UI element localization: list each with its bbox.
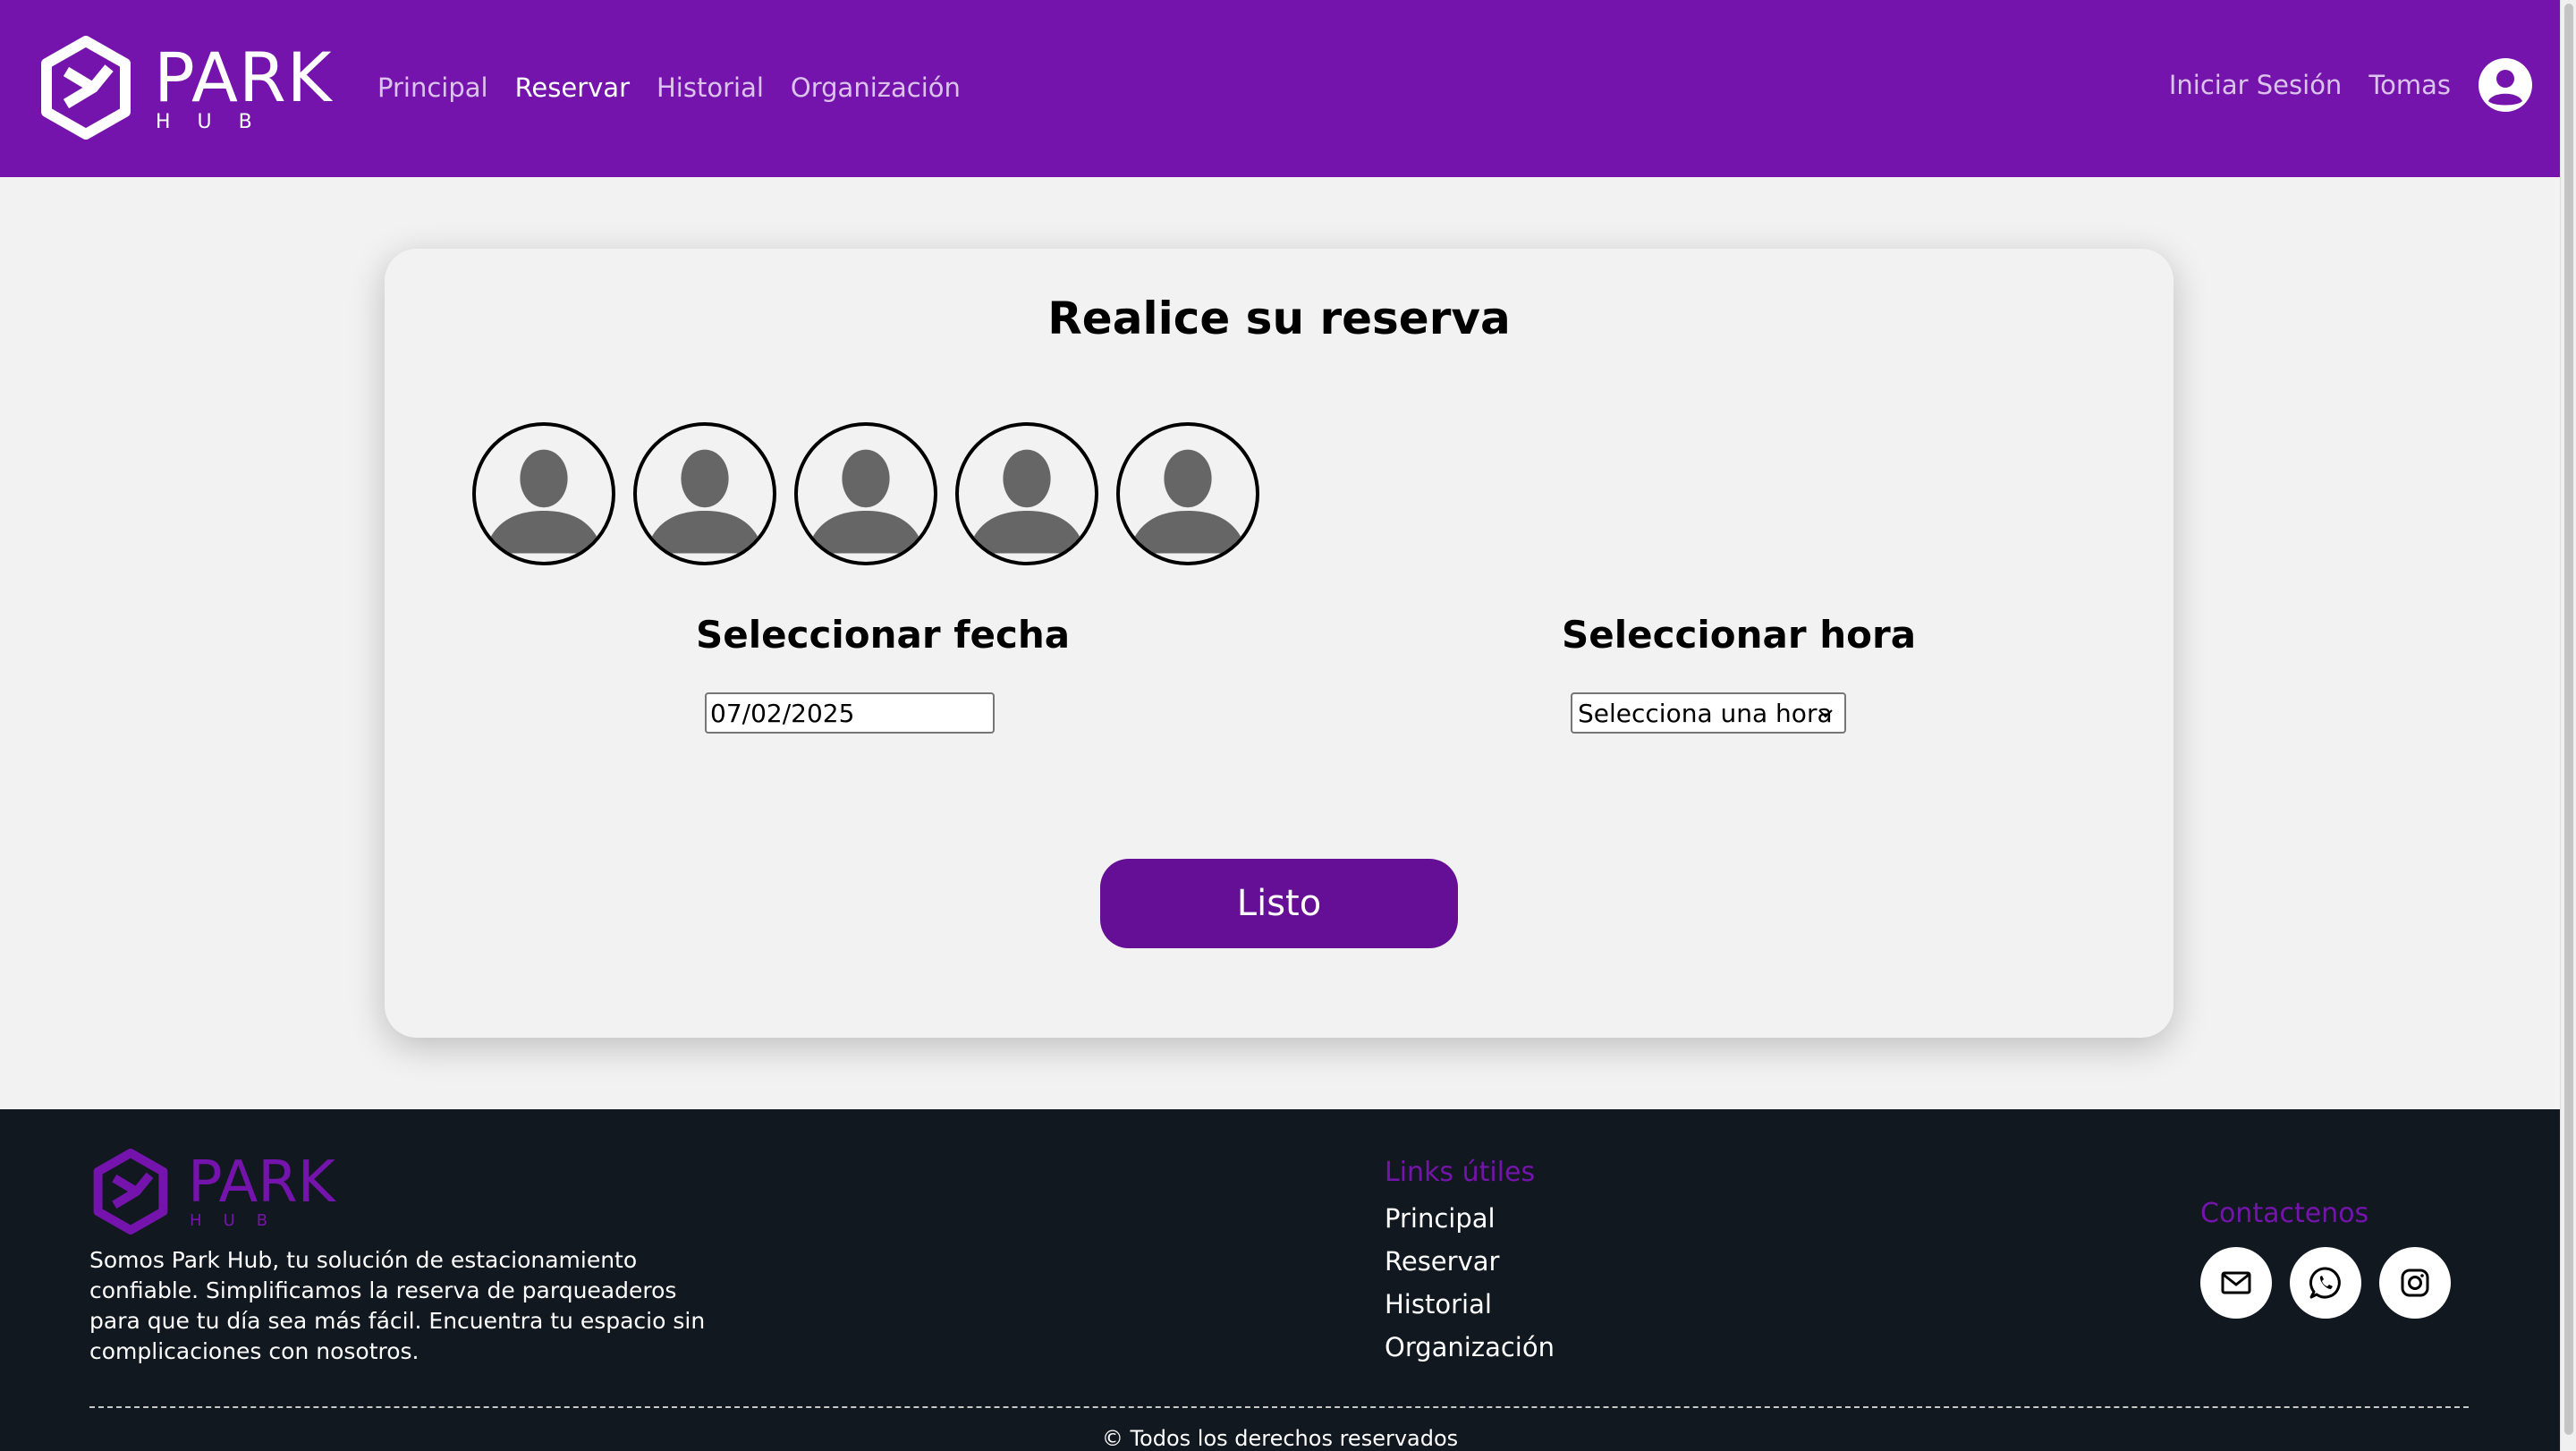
main-nav: Principal Reservar Historial Organizació… (377, 70, 961, 106)
footer-contact-title: Contactenos (2200, 1198, 2369, 1229)
person-placeholder-icon (806, 449, 926, 554)
footer-contact: Contactenos (2200, 1195, 2451, 1319)
nav-historial[interactable]: Historial (657, 70, 764, 106)
person-placeholder-icon (645, 449, 765, 554)
avatar[interactable] (794, 422, 937, 565)
avatar[interactable] (955, 422, 1098, 565)
whatsapp-button[interactable] (2290, 1247, 2361, 1319)
social-icons (2200, 1247, 2451, 1319)
login-link[interactable]: Iniciar Sesión (2169, 67, 2342, 103)
parkhub-logo[interactable]: PARK HUB (39, 34, 343, 141)
nav-organizacion[interactable]: Organización (791, 70, 961, 106)
date-label: Seleccionar fecha (696, 613, 1071, 657)
footer-links-title: Links útiles (1385, 1157, 1536, 1188)
instagram-button[interactable] (2379, 1247, 2451, 1319)
footer-link-reservar[interactable]: Reservar (1385, 1240, 1555, 1283)
avatar[interactable] (633, 422, 776, 565)
mail-button[interactable] (2200, 1247, 2272, 1319)
page-scrollbar[interactable] (2560, 0, 2576, 1451)
logo-word: PARK (154, 38, 333, 117)
mail-icon (2221, 1271, 2251, 1294)
page-title: Realice su reserva (1047, 293, 1511, 344)
person-placeholder-icon (484, 449, 604, 554)
parkhub-logo-icon (41, 36, 131, 140)
nav-principal[interactable]: Principal (377, 70, 488, 106)
reservation-card: Realice su reserva Seleccionar fecha 07/… (385, 249, 2174, 1038)
avatar[interactable] (1116, 422, 1259, 565)
footer-link-principal[interactable]: Principal (1385, 1197, 1555, 1240)
user-menu: Iniciar Sesión Tomas (2169, 57, 2533, 113)
footer-links: Links útiles Principal Reservar Historia… (1385, 1154, 1555, 1369)
footer-link-historial[interactable]: Historial (1385, 1283, 1555, 1326)
copyright: © Todos los derechos reservados (1101, 1426, 1459, 1451)
top-navbar: PARK HUB Principal Reservar Historial Or… (0, 0, 2560, 177)
footer-description: Somos Park Hub, tu solución de estaciona… (89, 1247, 706, 1364)
date-input[interactable] (705, 692, 995, 734)
time-select[interactable]: Selecciona una hora (1571, 692, 1846, 734)
person-placeholder-icon (1128, 449, 1248, 554)
parking-spot-avatars (472, 422, 1259, 565)
parkhub-logo-icon (93, 1149, 168, 1235)
logo-subtitle: HUB (156, 111, 279, 133)
account-circle-icon[interactable] (2478, 57, 2533, 113)
avatar[interactable] (472, 422, 615, 565)
instagram-icon (2401, 1269, 2429, 1297)
footer-logo-word: PARK (188, 1150, 335, 1216)
scrollbar-thumb[interactable] (2564, 4, 2573, 1435)
person-placeholder-icon (967, 449, 1087, 554)
chevron-down-icon (1818, 709, 1833, 718)
whatsapp-icon (2309, 1267, 2341, 1299)
time-select-value: Selecciona una hora (1578, 698, 1833, 728)
footer-divider (89, 1406, 2469, 1408)
footer-logo[interactable]: PARK HUB (91, 1149, 349, 1235)
submit-button[interactable]: Listo (1100, 859, 1458, 948)
nav-reservar[interactable]: Reservar (515, 70, 630, 106)
footer-logo-subtitle: HUB (190, 1211, 290, 1230)
footer: PARK HUB Somos Park Hub, tu solución de … (0, 1109, 2560, 1451)
footer-link-organizacion[interactable]: Organización (1385, 1326, 1555, 1369)
user-name[interactable]: Tomas (2368, 67, 2451, 103)
time-label: Seleccionar hora (1562, 613, 1917, 657)
